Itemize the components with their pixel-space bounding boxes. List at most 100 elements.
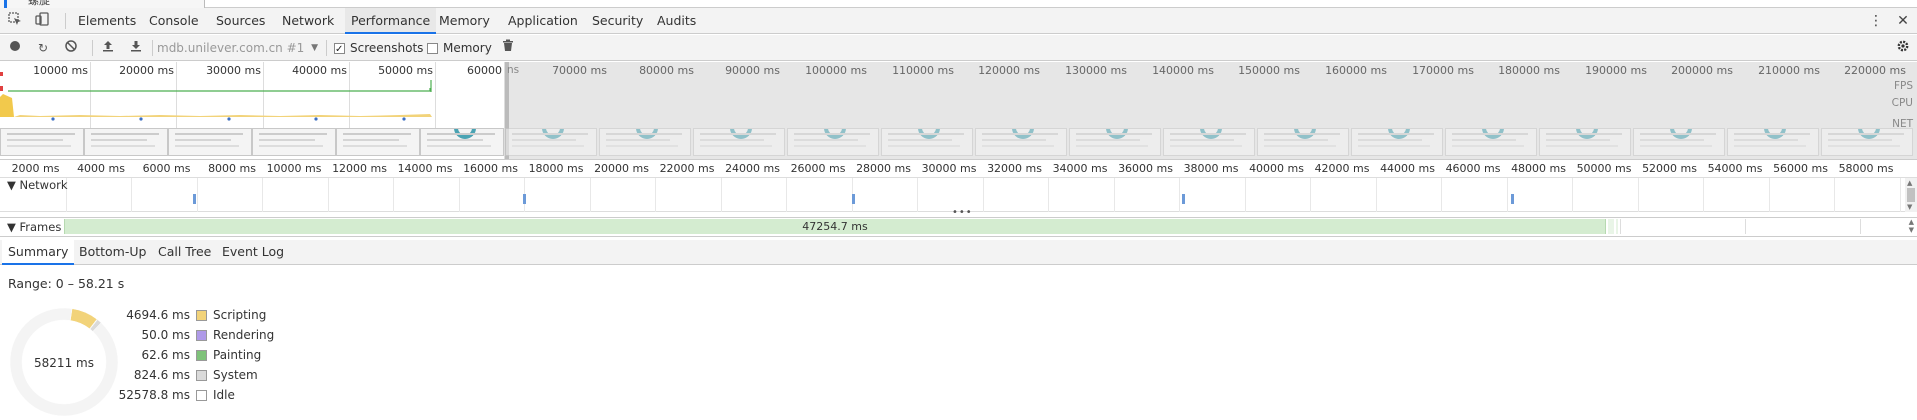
overview-tick-label: 160000 ms <box>1325 64 1387 77</box>
tab-performance[interactable]: Performance <box>345 8 437 34</box>
details-tab-summary[interactable]: Summary <box>2 240 75 265</box>
tab-application[interactable]: Application <box>502 8 584 34</box>
tab-network[interactable]: Network <box>276 8 340 34</box>
screenshot-thumbnail[interactable] <box>1163 128 1255 156</box>
device-toolbar-icon[interactable] <box>33 12 51 30</box>
splitter-grip-icon: ••• <box>952 207 973 218</box>
screenshot-thumbnail[interactable] <box>975 128 1067 156</box>
pie-total: 58211 ms <box>34 356 94 370</box>
browser-tab-strip: 螺旋 <box>0 0 1917 8</box>
tab-memory[interactable]: Memory <box>433 8 496 34</box>
screenshot-thumbnail[interactable] <box>1257 128 1349 156</box>
divider <box>92 40 93 56</box>
network-request[interactable] <box>193 194 196 204</box>
ruler-tick-label: 54000 ms <box>1707 162 1763 175</box>
network-request[interactable] <box>852 194 855 204</box>
screenshot-thumbnail[interactable] <box>1539 128 1631 156</box>
save-profile-icon[interactable] <box>127 39 145 57</box>
overview-tick-label: 170000 ms <box>1412 64 1474 77</box>
ruler-gridline <box>1310 178 1311 212</box>
network-request[interactable] <box>1511 194 1514 204</box>
legend-label: Idle <box>213 388 235 402</box>
overview-tick-label: 220000 ms <box>1844 64 1906 77</box>
ruler-tick-label: 4000 ms <box>77 162 125 175</box>
screenshot-thumbnail[interactable] <box>505 128 597 156</box>
screenshots-checkbox[interactable]: Screenshots <box>334 39 424 59</box>
capture-settings-icon[interactable] <box>1894 39 1912 57</box>
clear-icon[interactable] <box>62 39 80 57</box>
screenshot-thumbnail[interactable] <box>84 128 168 156</box>
screenshot-thumbnail[interactable] <box>336 128 420 156</box>
screenshot-thumbnail[interactable] <box>1069 128 1161 156</box>
memory-label: Memory <box>443 41 492 55</box>
range-label: Range: 0 – 58.21 s <box>8 276 125 291</box>
ruler-gridline <box>589 178 591 212</box>
ruler-tick-label: 8000 ms <box>208 162 256 175</box>
screenshot-thumbnail[interactable] <box>599 128 691 156</box>
screenshot-thumbnail[interactable] <box>168 128 252 156</box>
frame-bar[interactable]: 47254.7 ms <box>64 219 1606 234</box>
tab-sources[interactable]: Sources <box>210 8 271 34</box>
reload-record-icon[interactable]: ↻ <box>34 39 52 57</box>
screenshot-thumbnail[interactable] <box>1727 128 1819 156</box>
frame-bar[interactable] <box>1608 219 1614 234</box>
legend-value: 4694.6 ms <box>126 308 190 322</box>
profile-select-value: mdb.unilever.com.cn #1 <box>157 41 305 55</box>
legend-label: System <box>213 368 258 382</box>
screenshot-thumbnail[interactable] <box>420 128 504 156</box>
memory-checkbox[interactable]: Memory <box>427 39 492 57</box>
ruler-tick-label: 50000 ms <box>1576 162 1632 175</box>
network-request[interactable] <box>1182 194 1185 204</box>
legend-label: Scripting <box>213 308 267 322</box>
frames-track-header[interactable]: ▼ Frames <box>7 220 61 234</box>
load-profile-icon[interactable] <box>99 39 117 57</box>
record-icon[interactable] <box>6 39 24 57</box>
profile-select[interactable]: mdb.unilever.com.cn #1 ▼ <box>157 39 322 57</box>
screenshots-label: Screenshots <box>350 41 424 55</box>
ruler-tick-label: 28000 ms <box>856 162 911 175</box>
tab-elements[interactable]: Elements <box>72 8 142 34</box>
network-track-header[interactable]: ▼ Network <box>7 178 68 192</box>
ruler-gridline <box>1637 178 1639 212</box>
collect-garbage-icon[interactable] <box>499 39 517 57</box>
screenshot-thumbnail[interactable] <box>1351 128 1443 156</box>
network-scrollbar[interactable]: ▲ ▼ <box>1905 178 1917 212</box>
scrollbar-thumb[interactable] <box>1907 188 1915 202</box>
screenshot-thumbnail[interactable] <box>1633 128 1725 156</box>
summary-pie-chart: 58211 ms <box>8 306 120 418</box>
close-devtools-icon[interactable]: ✕ <box>1894 12 1912 30</box>
screenshot-thumbnail[interactable] <box>1821 128 1913 156</box>
screenshot-thumbnail[interactable] <box>787 128 879 156</box>
tab-console[interactable]: Console <box>143 8 205 34</box>
frame-bar[interactable] <box>1616 219 1618 234</box>
performance-toolbar: ↻ mdb.unilever.com.cn #1 ▼ Screenshots M… <box>0 35 1917 61</box>
ruler-tick-label: 32000 ms <box>987 162 1042 175</box>
divider <box>65 13 66 29</box>
legend-value: 824.6 ms <box>133 368 190 382</box>
tab-security[interactable]: Security <box>586 8 649 34</box>
tab-audits[interactable]: Audits <box>651 8 702 34</box>
timeline-overview[interactable]: 10000 ms 20000 ms 30000 ms 40000 ms 50000 ms… <box>0 62 1917 160</box>
screenshot-thumbnail[interactable] <box>252 128 336 156</box>
scroll-down-icon[interactable]: ▼ <box>1907 203 1912 211</box>
frame-duration: 47254.7 ms <box>802 220 868 233</box>
network-request[interactable] <box>523 194 526 204</box>
frames-track[interactable]: ▼ Frames 47254.7 ms ▲ ▼ <box>0 218 1917 237</box>
scroll-up-icon[interactable]: ▲ <box>1907 179 1912 187</box>
ruler-gridline <box>327 178 329 212</box>
inspect-element-icon[interactable] <box>6 12 24 30</box>
details-tab-event-log[interactable]: Event Log <box>216 240 290 265</box>
details-tab-bottom-up[interactable]: Bottom-Up <box>73 240 152 265</box>
browser-tab[interactable]: 螺旋 <box>0 0 205 8</box>
screenshot-thumbnail[interactable] <box>1445 128 1537 156</box>
screenshot-thumbnail[interactable] <box>881 128 973 156</box>
screenshot-thumbnail[interactable] <box>693 128 785 156</box>
ruler-tick-label: 12000 ms <box>332 162 387 175</box>
ruler-gridline <box>1899 178 1901 212</box>
details-tab-call-tree[interactable]: Call Tree <box>152 240 217 265</box>
screenshot-thumbnail[interactable] <box>0 128 84 156</box>
frames-scroll-icon[interactable]: ▲ ▼ <box>1909 218 1914 234</box>
legend-swatch <box>196 330 207 341</box>
legend-swatch <box>196 390 207 401</box>
more-options-icon[interactable]: ⋮ <box>1867 12 1885 30</box>
